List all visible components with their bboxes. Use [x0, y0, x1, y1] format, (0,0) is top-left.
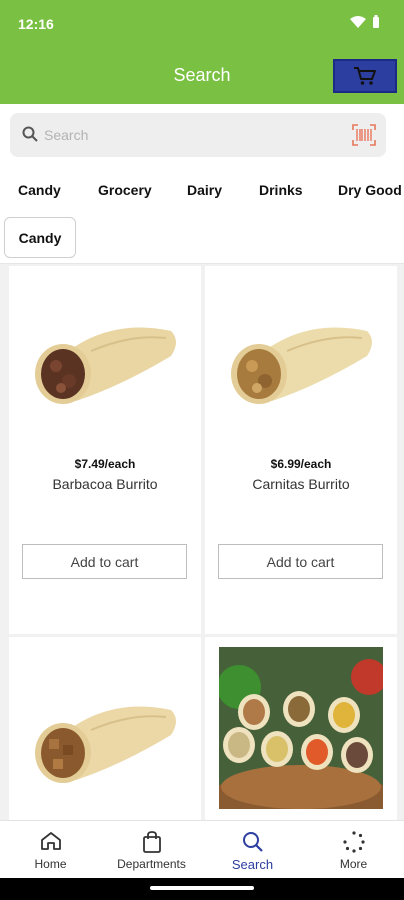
- tab-candy[interactable]: Candy: [18, 182, 61, 198]
- nav-home-label: Home: [34, 857, 67, 871]
- tab-drinks[interactable]: Drinks: [259, 182, 303, 198]
- home-icon: [40, 832, 61, 850]
- nav-search[interactable]: Search: [202, 821, 303, 879]
- tab-dry-good[interactable]: Dry Good: [338, 182, 402, 198]
- product-card[interactable]: $6.99/each Carnitas Burrito Add to cart: [205, 266, 397, 634]
- status-icons: [350, 15, 380, 29]
- search-input[interactable]: [44, 122, 344, 148]
- home-gesture-bar[interactable]: [150, 886, 254, 890]
- nav-departments-label: Departments: [117, 857, 186, 871]
- search-icon: [22, 126, 38, 142]
- tab-dairy[interactable]: Dairy: [187, 182, 222, 198]
- more-icon: [342, 831, 365, 853]
- search-bar: [10, 113, 386, 157]
- product-image: [35, 327, 176, 404]
- category-tabs: Candy Grocery Dairy Drinks Dry Good: [0, 176, 404, 206]
- product-card[interactable]: [205, 637, 397, 827]
- battery-icon: [373, 15, 379, 28]
- product-image: [219, 647, 383, 809]
- add-to-cart-button[interactable]: Add to cart: [218, 544, 383, 579]
- bottom-nav: Home Departments Search More: [0, 820, 404, 878]
- product-price: $6.99/each: [270, 457, 332, 471]
- nav-search-label: Search: [231, 857, 274, 872]
- product-name: Barbacoa Burrito: [52, 476, 158, 492]
- product-card[interactable]: [9, 637, 201, 827]
- wifi-icon: [350, 16, 366, 28]
- nav-home[interactable]: Home: [0, 821, 101, 879]
- barcode-scan-icon[interactable]: [352, 124, 376, 146]
- nav-more[interactable]: More: [303, 821, 404, 879]
- nav-departments[interactable]: Departments: [101, 821, 202, 879]
- product-image: [35, 706, 176, 783]
- product-image: [231, 327, 372, 404]
- search-icon: [242, 832, 263, 852]
- product-card[interactable]: $7.49/each Barbacoa Burrito Add to cart: [9, 266, 201, 634]
- tab-grocery[interactable]: Grocery: [98, 182, 152, 198]
- add-to-cart-button[interactable]: Add to cart: [22, 544, 187, 579]
- nav-more-label: More: [339, 857, 368, 871]
- cart-icon: [354, 67, 376, 85]
- product-price: $7.49/each: [74, 457, 136, 471]
- bag-icon: [142, 831, 161, 853]
- cart-button[interactable]: [333, 59, 397, 93]
- filter-chip-candy[interactable]: Candy: [4, 217, 76, 258]
- app-header: 12:16 Search: [0, 0, 404, 104]
- product-name: Carnitas Burrito: [252, 476, 350, 492]
- status-time: 12:16: [18, 16, 54, 32]
